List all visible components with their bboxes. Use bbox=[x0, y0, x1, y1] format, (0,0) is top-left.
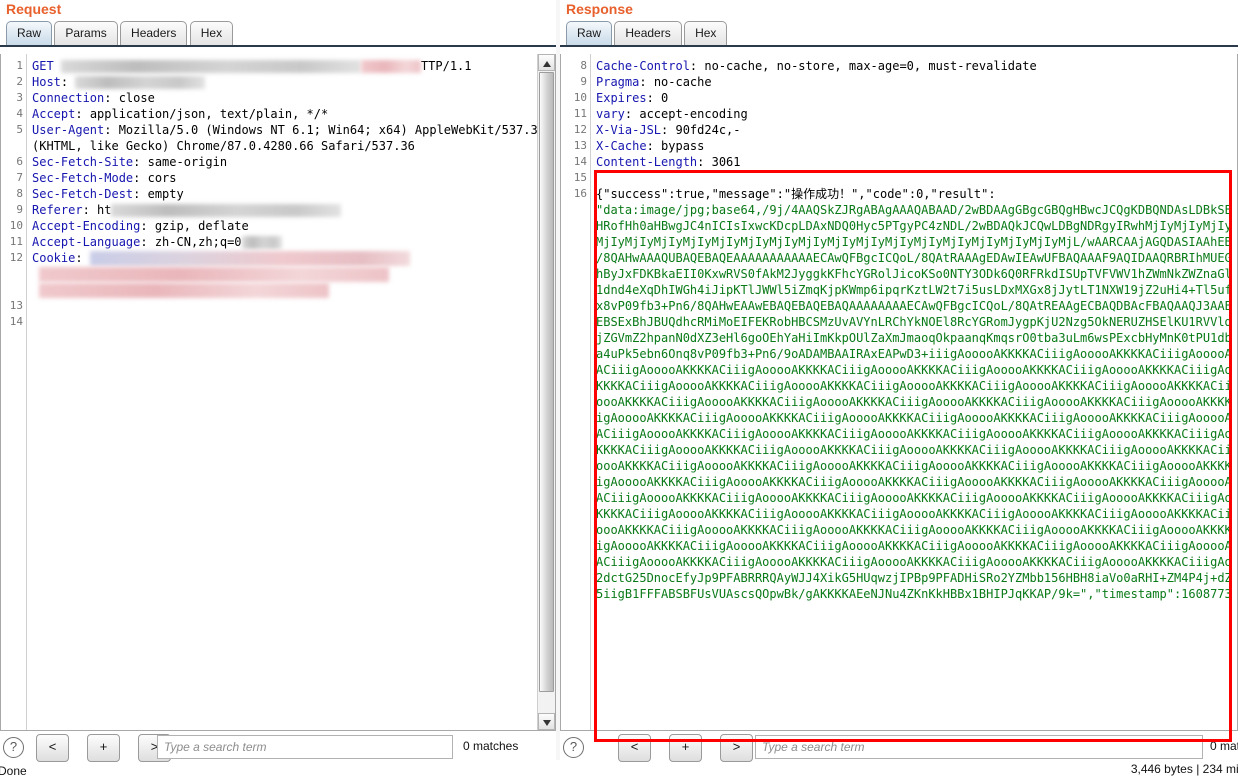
request-line-1-tail: TTP/1.1 bbox=[420, 59, 472, 73]
request-header-acceptencoding-key: Accept-Encoding bbox=[32, 219, 141, 233]
response-raw-text[interactable]: Cache-Control: no-cache, no-store, max-a… bbox=[591, 54, 1231, 730]
request-header-secfetchdest-value: empty bbox=[147, 187, 184, 201]
request-header-secfetchmode-key: Sec-Fetch-Mode bbox=[32, 171, 134, 185]
response-search-input[interactable]: Type a search term bbox=[755, 735, 1203, 759]
response-header-xcache-key: X-Cache bbox=[596, 139, 647, 153]
request-raw-text[interactable]: GET TTP/1.1 Host: Connection: close Acce… bbox=[27, 54, 537, 730]
request-tabstrip: Raw Params Headers Hex bbox=[0, 21, 556, 47]
request-header-referer-key: Referer bbox=[32, 203, 83, 217]
burp-message-viewer: Request Raw Params Headers Hex 12345 678… bbox=[0, 0, 1238, 782]
response-header-contentlength-value: 3061 bbox=[711, 155, 741, 169]
request-header-acceptencoding-value: gzip, deflate bbox=[154, 219, 249, 233]
redaction-bar-url bbox=[60, 60, 361, 73]
response-header-pragma-key: Pragma bbox=[596, 75, 640, 89]
response-header-pragma-value: no-cache bbox=[653, 75, 712, 89]
request-header-accept-value: application/json, text/plain, */* bbox=[89, 107, 329, 121]
redaction-bar-acceptlanguage bbox=[241, 236, 282, 249]
request-header-secfetchmode-value: cors bbox=[147, 171, 177, 185]
response-panel-title: Response bbox=[566, 1, 633, 17]
request-header-secfetchdest-key: Sec-Fetch-Dest bbox=[32, 187, 134, 201]
status-bar-left: Done bbox=[0, 764, 27, 778]
response-body-json-prefix: {"success":true,"message":"操作成功！","code"… bbox=[596, 187, 996, 201]
response-header-xviajsl-value: 90fd24c,- bbox=[675, 123, 741, 137]
request-panel: Request Raw Params Headers Hex 12345 678… bbox=[0, 0, 556, 778]
redaction-bar-host bbox=[75, 76, 206, 89]
request-header-acceptlanguage-value: zh-CN,zh;q=0 bbox=[154, 235, 242, 249]
line-no: 9 bbox=[580, 75, 587, 88]
request-header-connection-value: close bbox=[118, 91, 155, 105]
request-header-host-key: Host bbox=[32, 75, 61, 89]
tab-request-hex[interactable]: Hex bbox=[189, 21, 234, 45]
redaction-bar-cookie-2 bbox=[39, 267, 390, 282]
request-header-secfetchsite-key: Sec-Fetch-Site bbox=[32, 155, 134, 169]
request-header-secfetchsite-value: same-origin bbox=[147, 155, 228, 169]
line-no: 12 bbox=[573, 123, 587, 136]
line-no: 11 bbox=[573, 107, 587, 120]
response-header-xcache-value: bypass bbox=[661, 139, 705, 153]
request-header-acceptlanguage-key: Accept-Language bbox=[32, 235, 141, 249]
request-search-prev-button[interactable]: < bbox=[36, 734, 69, 762]
tabstrip-underline bbox=[0, 45, 556, 47]
request-header-useragent-key: User-Agent bbox=[32, 123, 105, 137]
request-search-input[interactable]: Type a search term bbox=[157, 735, 453, 759]
line-no: 16 bbox=[573, 187, 587, 200]
response-header-vary-key: vary bbox=[596, 107, 625, 121]
response-header-contentlength-key: Content-Length bbox=[596, 155, 698, 169]
request-header-cookie-key: Cookie bbox=[32, 251, 76, 265]
tabstrip-underline bbox=[560, 45, 1238, 47]
line-no: 13 bbox=[573, 139, 587, 152]
request-search-bar: ? < + > Type a search term 0 matches bbox=[0, 732, 556, 762]
tab-response-headers[interactable]: Headers bbox=[614, 21, 682, 45]
response-search-bar: ? < + > Type a search term 0 matches bbox=[560, 732, 1238, 762]
tab-request-params[interactable]: Params bbox=[54, 21, 118, 45]
request-header-connection-key: Connection bbox=[32, 91, 105, 105]
response-header-expires-value: 0 bbox=[661, 91, 669, 105]
response-header-cachecontrol-key: Cache-Control bbox=[596, 59, 690, 73]
request-panel-title: Request bbox=[6, 1, 62, 17]
scroll-down-arrow-icon[interactable] bbox=[538, 713, 555, 730]
scroll-up-arrow-icon[interactable] bbox=[538, 54, 555, 71]
line-no: 8 bbox=[580, 59, 587, 72]
redaction-bar-referer bbox=[111, 204, 342, 217]
response-editor[interactable]: 8 9 10 11 12 13 14 15 16 Cache-Control: … bbox=[560, 54, 1238, 731]
request-header-accept-key: Accept bbox=[32, 107, 76, 121]
response-search-prev-button[interactable]: < bbox=[618, 734, 651, 762]
response-line-numbers: 8 9 10 11 12 13 14 15 16 bbox=[561, 54, 591, 730]
redaction-bar-cookie-1 bbox=[89, 251, 410, 266]
help-icon[interactable]: ? bbox=[563, 737, 584, 758]
request-header-useragent-cont: (KHTML, like Gecko) Chrome/87.0.4280.66 … bbox=[32, 139, 415, 153]
line-no: 15 bbox=[573, 171, 587, 184]
response-header-xviajsl-key: X-Via-JSL bbox=[596, 123, 662, 137]
response-body-base64: "data:image/jpg;base64,/9j/4AAQSkZJRgABA… bbox=[596, 203, 1231, 601]
response-panel: Response Raw Headers Hex 8 9 10 11 12 13… bbox=[560, 0, 1238, 776]
request-header-useragent-value: Mozilla/5.0 (Windows NT 6.1; Win64; x64)… bbox=[118, 123, 537, 137]
request-vertical-scrollbar[interactable] bbox=[537, 54, 555, 730]
redaction-bar-url-tail bbox=[360, 60, 421, 73]
response-header-cachecontrol-value: no-cache, no-store, max-age=0, must-reva… bbox=[704, 59, 1037, 73]
request-scroll-thumb[interactable] bbox=[539, 72, 554, 692]
request-search-add-button[interactable]: + bbox=[87, 734, 120, 762]
response-match-count: 0 matches bbox=[1210, 739, 1238, 753]
response-tabstrip: Raw Headers Hex bbox=[560, 21, 1238, 47]
request-match-count: 0 matches bbox=[463, 739, 519, 753]
tab-request-headers[interactable]: Headers bbox=[120, 21, 188, 45]
status-bar-right: 3,446 bytes | 234 mill bbox=[1130, 762, 1238, 776]
response-search-next-button[interactable]: > bbox=[720, 734, 753, 762]
response-header-expires-key: Expires bbox=[596, 91, 647, 105]
tab-response-raw[interactable]: Raw bbox=[566, 21, 613, 45]
request-line-numbers: 12345 6 7 8 9 10 11 12 13 14 bbox=[1, 54, 27, 730]
line-no: 10 bbox=[573, 91, 587, 104]
line-no: 14 bbox=[573, 155, 587, 168]
response-search-add-button[interactable]: + bbox=[669, 734, 702, 762]
response-header-vary-value: accept-encoding bbox=[639, 107, 748, 121]
request-editor[interactable]: 12345 6 7 8 9 10 11 12 13 14 GET TTP/1.1 Host:… bbox=[0, 54, 556, 731]
redaction-bar-cookie-3 bbox=[39, 283, 330, 298]
tab-response-hex[interactable]: Hex bbox=[684, 21, 728, 45]
request-line-1-method: GET bbox=[32, 59, 54, 73]
tab-request-raw[interactable]: Raw bbox=[6, 21, 53, 45]
help-icon[interactable]: ? bbox=[3, 737, 24, 758]
